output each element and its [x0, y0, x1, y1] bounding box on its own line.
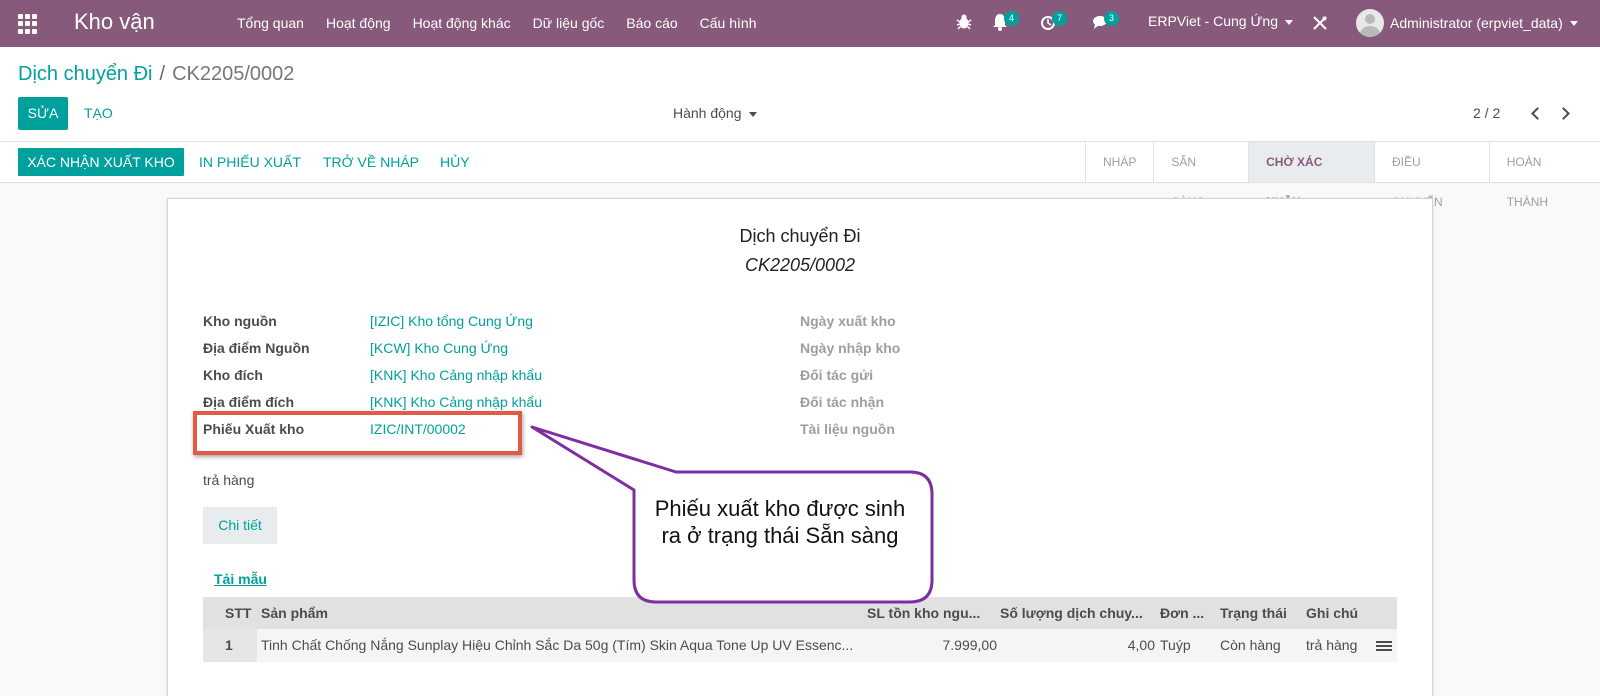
bell-count-badge: 4 — [1004, 11, 1019, 26]
breadcrumb-current: CK2205/0002 — [172, 63, 295, 85]
confirm-export-button[interactable]: XÁC NHẬN XUẤT KHO — [18, 148, 184, 176]
main-menu: Tổng quan Hoạt động Hoạt động khác Dữ li… — [226, 0, 767, 47]
column-header-stock-qty[interactable]: SL tồn kho ngu... — [867, 597, 980, 629]
stage-draft[interactable]: NHÁP — [1085, 142, 1153, 182]
sender-partner-label: Đối tác gửi — [800, 367, 874, 383]
breadcrumb: Dịch chuyển Đi / CK2205/0002 — [18, 63, 295, 85]
menu-item-overview[interactable]: Tổng quan — [226, 0, 315, 47]
menu-item-master-data[interactable]: Dữ liệu gốc — [522, 0, 616, 47]
import-date-label: Ngày nhập kho — [800, 340, 901, 356]
app-title: Kho vận — [74, 9, 155, 34]
row-product: Tinh Chất Chống Nắng Sunplay Hiệu Chỉnh … — [261, 637, 854, 653]
source-document-label: Tài liệu nguồn — [800, 421, 895, 437]
messages-count-badge: 3 — [1104, 11, 1119, 26]
chevron-down-icon — [1285, 19, 1293, 25]
row-note: trả hàng — [1306, 637, 1358, 653]
menu-item-other-operations[interactable]: Hoạt động khác — [402, 0, 522, 47]
stage-waiting-confirmation[interactable]: CHỜ XÁC NHẬN — [1248, 142, 1374, 209]
breadcrumb-parent[interactable]: Dịch chuyển Đi — [18, 63, 153, 85]
destination-location-value[interactable]: [KNK] Kho Cảng nhập khẩu — [370, 394, 542, 410]
column-header-note[interactable]: Ghi chú — [1306, 597, 1358, 629]
company-name: ERPViet - Cung Ứng — [1148, 13, 1278, 29]
stage-ready[interactable]: SẴN SÀNG — [1153, 142, 1248, 209]
status-bar: XÁC NHẬN XUẤT KHO IN PHIẾU XUẤT TRỞ VỀ N… — [0, 142, 1600, 209]
stage-transfer[interactable]: ĐIỀU CHUYỂN — [1373, 142, 1489, 209]
messages-chat-icon[interactable]: 3 — [1092, 11, 1119, 33]
destination-warehouse-label: Kho đích — [203, 367, 263, 383]
menu-item-operations[interactable]: Hoạt động — [315, 0, 402, 47]
row-stock-qty: 7.999,00 — [942, 637, 998, 653]
form-title: Dịch chuyển Đi — [739, 226, 861, 246]
source-warehouse-label: Kho nguồn — [203, 313, 277, 329]
note-text: trả hàng — [203, 472, 255, 488]
table-row[interactable]: 1 Tinh Chất Chống Nắng Sunplay Hiệu Chỉn… — [203, 629, 1397, 662]
user-menu[interactable]: Administrator (erpviet_data) — [1356, 8, 1578, 38]
user-name: Administrator (erpviet_data) — [1390, 15, 1563, 31]
source-location-value[interactable]: [KCW] Kho Cung Ứng — [370, 340, 508, 356]
row-status: Còn hàng — [1220, 637, 1281, 653]
column-header-stt[interactable]: STT — [225, 597, 251, 629]
reset-to-draft-button[interactable]: TRỞ VỀ NHÁP — [323, 148, 419, 176]
pager-next-icon[interactable] — [1557, 105, 1574, 123]
pager-previous-icon[interactable] — [1528, 105, 1544, 123]
create-button[interactable]: TẠO — [84, 105, 113, 121]
notification-bell-icon[interactable]: 4 — [992, 11, 1019, 33]
column-header-status[interactable]: Trạng thái — [1220, 597, 1287, 629]
activity-count-badge: 7 — [1052, 11, 1067, 26]
destination-location-label: Địa điểm đích — [203, 394, 295, 410]
row-transfer-qty: 4,00 — [1127, 637, 1155, 653]
callout-text: Phiếu xuất kho được sinh ra ở trạng thái… — [654, 496, 906, 548]
detailed-operations-list-icon[interactable] — [1376, 641, 1392, 651]
form-reference: CK2205/0002 — [744, 255, 856, 275]
edit-button[interactable]: SỬA — [18, 97, 68, 130]
highlight-box — [193, 411, 522, 455]
action-label: Hành động — [673, 105, 742, 121]
stage-done[interactable]: HOÀN THÀNH — [1488, 142, 1600, 209]
company-switcher[interactable]: ERPViet - Cung Ứng — [1148, 13, 1293, 29]
print-export-button[interactable]: IN PHIẾU XUẤT — [199, 148, 301, 176]
product-lines-table: STT Sản phẩm SL tồn kho ngu... Số lượng … — [203, 597, 1397, 662]
menu-item-reports[interactable]: Báo cáo — [615, 0, 688, 47]
tools-icon[interactable] — [1312, 15, 1328, 35]
row-uom: Tuýp — [1160, 637, 1191, 653]
action-dropdown[interactable]: Hành động — [673, 105, 757, 121]
debug-bug-icon[interactable] — [956, 13, 972, 33]
avatar — [1356, 9, 1384, 37]
receiver-partner-label: Đối tác nhận — [800, 394, 885, 410]
table-header: STT Sản phẩm SL tồn kho ngu... Số lượng … — [203, 597, 1397, 629]
destination-warehouse-value[interactable]: [KNK] Kho Cảng nhập khẩu — [370, 367, 542, 383]
column-header-uom[interactable]: Đơn ... — [1160, 597, 1204, 629]
detail-button[interactable]: Chi tiết — [203, 507, 277, 544]
column-header-transfer-qty[interactable]: Số lượng dịch chuy... — [1000, 597, 1143, 629]
download-template-link[interactable]: Tải mẫu — [214, 571, 267, 587]
pager-value: 2 / 2 — [1473, 105, 1501, 121]
chevron-down-icon — [748, 111, 757, 117]
apps-menu-icon[interactable] — [18, 14, 38, 34]
activity-clock-icon[interactable]: 7 — [1040, 11, 1067, 33]
stage-progress: NHÁP SẴN SÀNG CHỜ XÁC NHẬN ĐIỀU CHUYỂN H… — [1085, 142, 1600, 209]
chevron-down-icon — [1569, 20, 1578, 26]
menu-item-configuration[interactable]: Cấu hình — [689, 0, 768, 47]
column-header-product[interactable]: Sản phẩm — [261, 597, 328, 629]
export-date-label: Ngày xuất kho — [800, 313, 896, 329]
row-stt: 1 — [225, 637, 233, 653]
cancel-button[interactable]: HỦY — [440, 148, 470, 176]
control-panel: Dịch chuyển Đi / CK2205/0002 SỬA TẠO Hành … — [0, 47, 1600, 142]
top-navbar: Kho vận Tổng quan Hoạt động Hoạt động kh… — [0, 0, 1600, 47]
source-warehouse-value[interactable]: [IZIC] Kho tổng Cung Ứng — [370, 313, 533, 329]
source-location-label: Địa điểm Nguồn — [203, 340, 310, 356]
